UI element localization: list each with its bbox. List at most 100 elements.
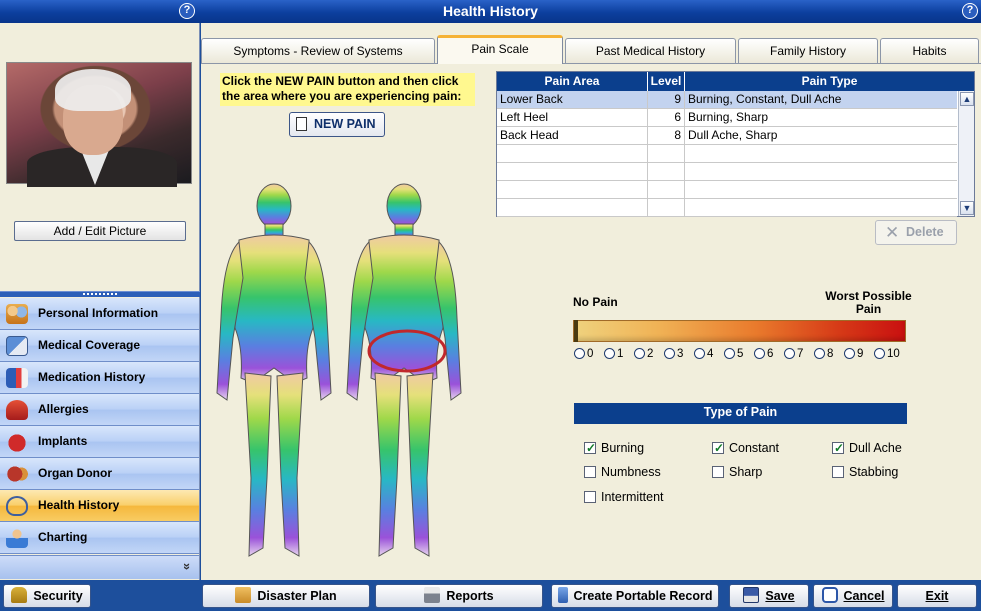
table-row[interactable]: Back Head 8 Dull Ache, Sharp xyxy=(497,127,957,145)
radio-button-icon[interactable] xyxy=(574,348,585,359)
nav-more-button[interactable]: » xyxy=(0,555,199,579)
radio-button-icon[interactable] xyxy=(814,348,825,359)
pain-level-radio[interactable]: 7 xyxy=(784,347,803,361)
pain-type-checkbox[interactable]: Constant xyxy=(712,440,779,456)
table-cell-type[interactable] xyxy=(685,145,957,163)
security-button[interactable]: Security xyxy=(3,584,91,608)
tab-family-history[interactable]: Family History xyxy=(738,38,878,63)
table-cell-type[interactable] xyxy=(685,199,957,217)
table-row[interactable] xyxy=(497,163,957,181)
table-scrollbar[interactable]: ▲ ▼ xyxy=(958,91,974,216)
pain-level-radio[interactable]: 1 xyxy=(604,347,623,361)
checkbox-icon[interactable] xyxy=(832,466,844,478)
nav-item-implants[interactable]: Implants xyxy=(0,426,199,458)
cancel-button[interactable]: Cancel xyxy=(813,584,893,608)
table-cell-area[interactable] xyxy=(497,181,648,199)
delete-button[interactable]: ✕ Delete xyxy=(875,220,957,245)
table-cell-type[interactable]: Burning, Constant, Dull Ache xyxy=(685,91,957,109)
pain-type-checkbox[interactable]: Burning xyxy=(584,440,644,456)
tab-habits[interactable]: Habits xyxy=(880,38,979,63)
radio-button-icon[interactable] xyxy=(754,348,765,359)
radio-button-icon[interactable] xyxy=(634,348,645,359)
table-row[interactable]: Lower Back 9 Burning, Constant, Dull Ache xyxy=(497,91,957,109)
table-cell-level[interactable]: 6 xyxy=(648,109,685,127)
pain-type-checkbox[interactable]: Stabbing xyxy=(832,464,898,480)
nav-item-health-history[interactable]: Health History xyxy=(0,490,199,522)
exit-button[interactable]: Exit xyxy=(897,584,977,608)
nav-item-allergies[interactable]: Allergies xyxy=(0,394,199,426)
nav-item-organ-donor[interactable]: Organ Donor xyxy=(0,458,199,490)
table-cell-level[interactable] xyxy=(648,145,685,163)
pain-level-radio[interactable]: 4 xyxy=(694,347,713,361)
pain-type-checkbox[interactable]: Numbness xyxy=(584,464,661,480)
checkbox-icon[interactable] xyxy=(584,491,596,503)
table-cell-level[interactable]: 9 xyxy=(648,91,685,109)
nav-item-medical-coverage[interactable]: Medical Coverage xyxy=(0,330,199,362)
nav-item-personal-information[interactable]: Personal Information xyxy=(0,298,199,330)
column-header-pain-area[interactable]: Pain Area xyxy=(497,72,648,91)
table-cell-area[interactable]: Left Heel xyxy=(497,109,648,127)
table-cell-level[interactable] xyxy=(648,163,685,181)
tab-past-medical-history[interactable]: Past Medical History xyxy=(565,38,736,63)
table-cell-area[interactable] xyxy=(497,163,648,181)
checkbox-checked-icon[interactable] xyxy=(832,440,844,456)
table-cell-area[interactable] xyxy=(497,145,648,163)
table-cell-area[interactable] xyxy=(497,199,648,217)
pain-type-checkbox[interactable]: Intermittent xyxy=(584,489,664,505)
pain-level-radio[interactable]: 5 xyxy=(724,347,743,361)
scroll-up-icon[interactable]: ▲ xyxy=(960,92,974,106)
scroll-down-icon[interactable]: ▼ xyxy=(960,201,974,215)
pain-table[interactable]: Pain Area Level Pain Type Lower Back 9 Bur… xyxy=(496,71,975,217)
table-cell-level[interactable]: 8 xyxy=(648,127,685,145)
table-cell-area[interactable]: Lower Back xyxy=(497,91,648,109)
radio-button-icon[interactable] xyxy=(784,348,795,359)
nav-item-charting[interactable]: Charting xyxy=(0,522,199,554)
save-button[interactable]: Save xyxy=(729,584,809,608)
tab-symptoms[interactable]: Symptoms - Review of Systems xyxy=(201,38,435,63)
panel-splitter[interactable] xyxy=(0,291,200,297)
radio-button-icon[interactable] xyxy=(724,348,735,359)
pain-level-radio[interactable]: 6 xyxy=(754,347,773,361)
radio-button-icon[interactable] xyxy=(844,348,855,359)
pain-type-checkbox[interactable]: Sharp xyxy=(712,464,762,480)
create-portable-record-button[interactable]: Create Portable Record xyxy=(551,584,719,608)
help-icon-right[interactable]: ? xyxy=(962,3,978,19)
table-cell-type[interactable]: Burning, Sharp xyxy=(685,109,957,127)
printer-icon xyxy=(424,587,441,603)
help-icon[interactable]: ? xyxy=(179,3,195,19)
table-row[interactable] xyxy=(497,181,957,199)
column-header-level[interactable]: Level xyxy=(648,72,685,91)
radio-button-icon[interactable] xyxy=(664,348,675,359)
reports-button[interactable]: Reports xyxy=(375,584,543,608)
new-pain-button[interactable]: NEW PAIN xyxy=(289,112,385,137)
radio-button-icon[interactable] xyxy=(604,348,615,359)
radio-button-icon[interactable] xyxy=(694,348,705,359)
checkbox-checked-icon[interactable] xyxy=(712,440,724,456)
pain-level-radio[interactable]: 3 xyxy=(664,347,683,361)
nav-item-medication-history[interactable]: Medication History xyxy=(0,362,199,394)
pain-level-radio[interactable]: 9 xyxy=(844,347,863,361)
checkbox-icon[interactable] xyxy=(584,466,596,478)
table-cell-level[interactable] xyxy=(648,199,685,217)
table-row[interactable] xyxy=(497,145,957,163)
table-cell-type[interactable]: Dull Ache, Sharp xyxy=(685,127,957,145)
checkbox-checked-icon[interactable] xyxy=(584,440,596,456)
pain-level-radio[interactable]: 0 xyxy=(574,347,593,361)
pain-level-radio[interactable]: 2 xyxy=(634,347,653,361)
body-map[interactable] xyxy=(209,178,479,568)
checkbox-icon[interactable] xyxy=(712,466,724,478)
column-header-pain-type[interactable]: Pain Type xyxy=(685,72,974,91)
disaster-plan-button[interactable]: Disaster Plan xyxy=(202,584,370,608)
table-cell-level[interactable] xyxy=(648,181,685,199)
table-cell-area[interactable]: Back Head xyxy=(497,127,648,145)
table-row[interactable]: Left Heel 6 Burning, Sharp xyxy=(497,109,957,127)
table-cell-type[interactable] xyxy=(685,163,957,181)
pain-level-radio[interactable]: 10 xyxy=(874,347,900,361)
pain-level-radio[interactable]: 8 xyxy=(814,347,833,361)
tab-pain-scale[interactable]: Pain Scale xyxy=(437,35,563,64)
table-cell-type[interactable] xyxy=(685,181,957,199)
radio-button-icon[interactable] xyxy=(874,348,885,359)
pain-type-checkbox[interactable]: Dull Ache xyxy=(832,440,902,456)
add-edit-picture-button[interactable]: Add / Edit Picture xyxy=(14,221,186,241)
table-row[interactable] xyxy=(497,199,957,217)
